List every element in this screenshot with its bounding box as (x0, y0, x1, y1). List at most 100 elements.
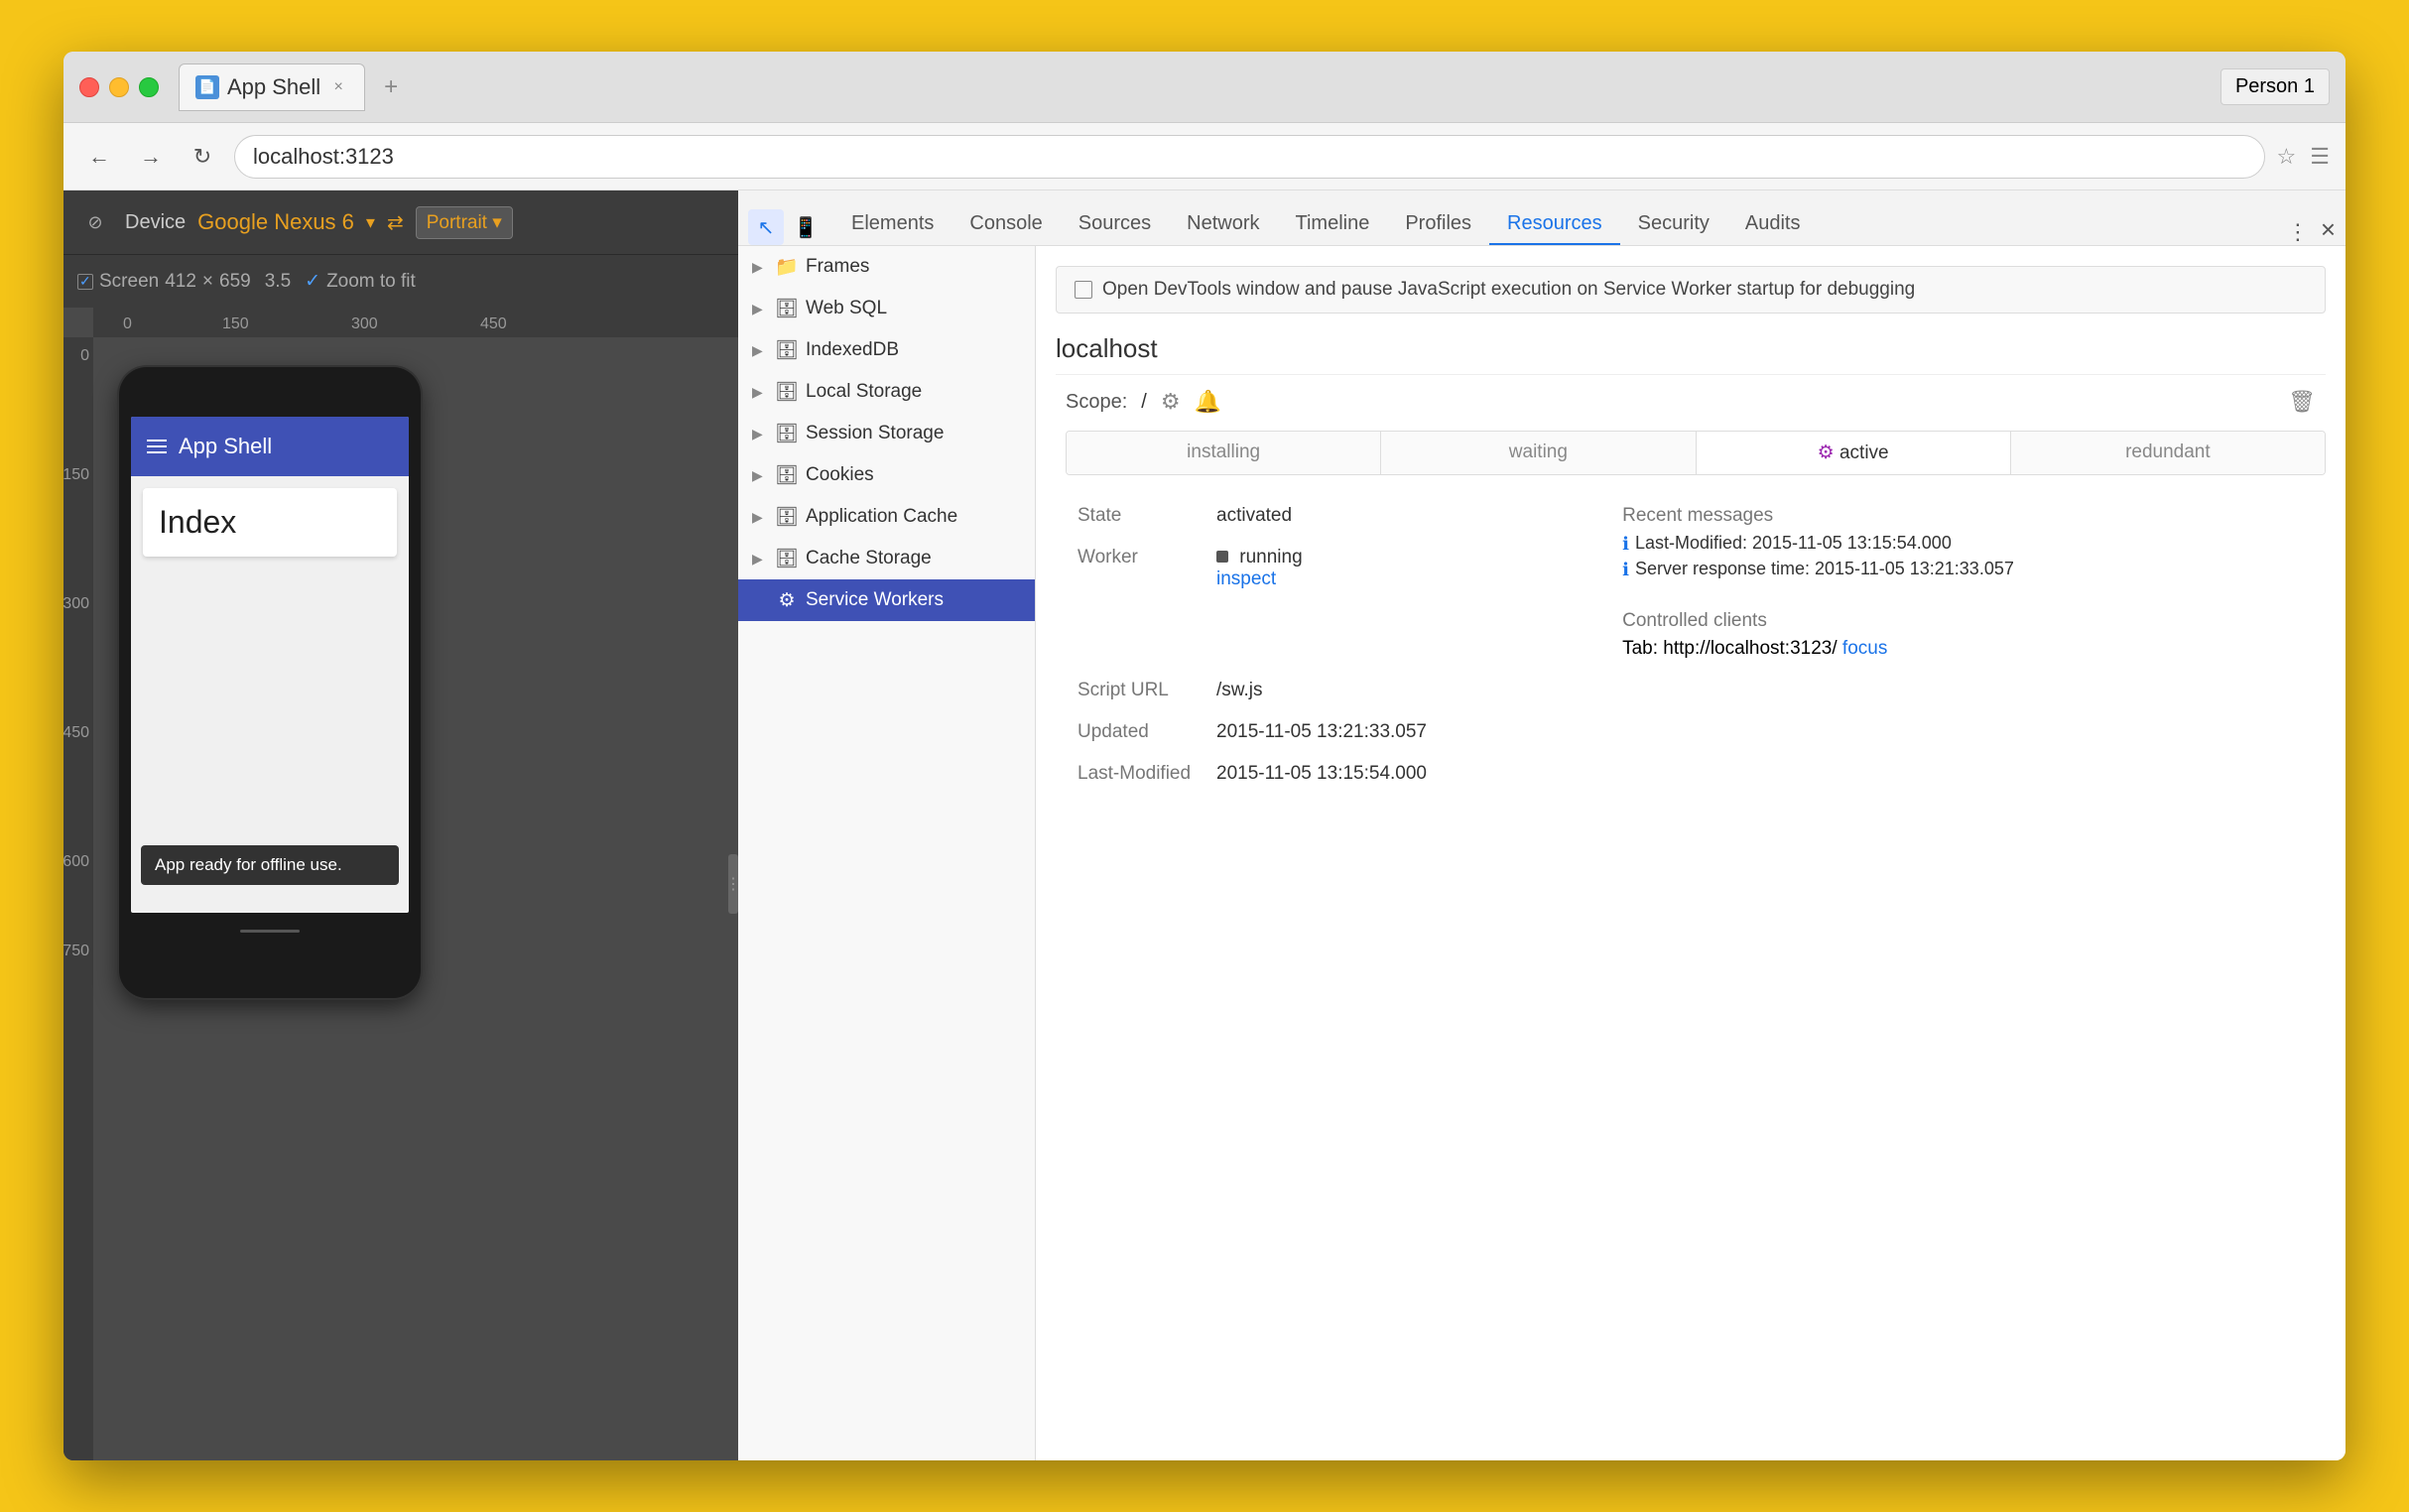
sw-settings-icon[interactable]: ⚙ (1161, 389, 1181, 415)
back-button[interactable]: ← (79, 137, 119, 177)
devtools-panel: ↖ 📱 Elements Console Sources Network Tim… (738, 190, 2346, 1460)
person-button[interactable]: Person 1 (2220, 68, 2330, 105)
ruler-label-0: 0 (123, 315, 132, 333)
arrow-icon: ▶ (752, 551, 768, 567)
sw-worker-label: Worker (1066, 537, 1204, 600)
ruler-label-v750: 750 (63, 943, 89, 960)
sw-inspect-link[interactable]: inspect (1216, 568, 1276, 589)
folder-icon: 📁 (776, 256, 798, 278)
sw-bell-icon[interactable]: 🔔 (1195, 389, 1221, 415)
sw-state-value: activated (1204, 495, 1602, 537)
tab-audits[interactable]: Audits (1727, 204, 1819, 245)
tab-console[interactable]: Console (951, 204, 1060, 245)
sw-debug-checkbox[interactable] (1075, 281, 1092, 299)
sw-tab-installing[interactable]: installing (1067, 432, 1381, 474)
swap-dimensions-button[interactable]: ⇄ (387, 210, 404, 235)
menu-icon[interactable]: ☰ (2310, 144, 2330, 170)
mobile-tool-button[interactable]: 📱 (788, 209, 824, 245)
sidebar-item-cache-storage-label: Cache Storage (806, 548, 932, 569)
tab-network[interactable]: Network (1169, 204, 1277, 245)
tab-security[interactable]: Security (1620, 204, 1727, 245)
sw-delete-button[interactable]: 🗑 (2288, 389, 2316, 415)
maximize-window-button[interactable] (139, 77, 159, 97)
tab-resources[interactable]: Resources (1489, 204, 1620, 245)
more-tabs-button[interactable]: ⋮ (2287, 219, 2309, 245)
forward-button[interactable]: → (131, 137, 171, 177)
zoom-checkbox[interactable] (305, 270, 320, 293)
sidebar-item-websql-label: Web SQL (806, 298, 887, 319)
tab-profiles[interactable]: Profiles (1387, 204, 1489, 245)
sidebar-item-frames[interactable]: ▶ 📁 Frames (738, 246, 1035, 288)
arrow-icon: ▶ (752, 301, 768, 317)
ruler-label-v600: 600 (63, 853, 89, 871)
devtools-body: ▶ 📁 Frames ▶ 🗄 Web SQL ▶ 🗄 IndexedDB (738, 246, 2346, 1460)
device-toggle-button[interactable]: ⊘ (77, 204, 113, 240)
phone-app-header: App Shell (131, 417, 409, 476)
sidebar-item-service-workers[interactable]: ⚙ Service Workers (738, 579, 1035, 621)
arrow-icon: ▶ (752, 509, 768, 526)
screen-checkbox[interactable] (77, 274, 93, 290)
sw-scope-label: Scope: (1066, 391, 1127, 414)
nav-bar: ← → ↻ localhost:3123 ☆ ☰ (63, 123, 2346, 190)
sw-controlled-clients-label: Controlled clients (1622, 610, 2316, 632)
sw-scope-row: Scope: / ⚙ 🔔 🗑 (1056, 389, 2326, 415)
arrow-icon: ▶ (752, 384, 768, 401)
sidebar-item-cookies[interactable]: ▶ 🗄 Cookies (738, 454, 1035, 496)
snackbar-text: App ready for offline use. (155, 855, 342, 874)
sw-row-last-modified: Last-Modified 2015-11-05 13:15:54.000 (1066, 753, 2336, 795)
arrow-icon: ▶ (752, 259, 768, 276)
browser-tab[interactable]: 📄 App Shell × (179, 63, 365, 111)
new-tab-button[interactable]: + (371, 67, 411, 107)
sw-worker-value: running inspect (1204, 537, 1602, 600)
sidebar-item-indexeddb-label: IndexedDB (806, 339, 899, 361)
title-bar: 📄 App Shell × + Person 1 (63, 52, 2346, 123)
close-window-button[interactable] (79, 77, 99, 97)
ruler-label-450: 450 (480, 315, 507, 333)
sidebar-item-local-storage[interactable]: ▶ 🗄 Local Storage (738, 371, 1035, 413)
cursor-tool-button[interactable]: ↖ (748, 209, 784, 245)
hamburger-line-2 (147, 445, 167, 447)
ruler-label-300: 300 (351, 315, 378, 333)
portrait-button[interactable]: Portrait ▾ (416, 206, 513, 239)
sidebar-item-cache-storage[interactable]: ▶ 🗄 Cache Storage (738, 538, 1035, 579)
sidebar-item-local-storage-label: Local Storage (806, 381, 922, 403)
tab-favicon: 📄 (195, 75, 219, 99)
device-name-label[interactable]: Google Nexus 6 (197, 209, 354, 235)
device-dropdown-arrow[interactable]: ▾ (366, 212, 375, 233)
sidebar-item-app-cache[interactable]: ▶ 🗄 Application Cache (738, 496, 1035, 538)
close-tab-button[interactable]: × (328, 77, 348, 97)
tab-sources[interactable]: Sources (1061, 204, 1169, 245)
ruler-label-150: 150 (222, 315, 249, 333)
minimize-window-button[interactable] (109, 77, 129, 97)
reload-button[interactable]: ↻ (183, 137, 222, 177)
tab-elements[interactable]: Elements (833, 204, 951, 245)
db-icon: 🗄 (776, 548, 798, 569)
sidebar-item-websql[interactable]: ▶ 🗄 Web SQL (738, 288, 1035, 329)
sw-tab-waiting[interactable]: waiting (1381, 432, 1696, 474)
sw-focus-link[interactable]: focus (1842, 638, 1887, 659)
screen-x-label: × (202, 271, 213, 293)
tab-timeline[interactable]: Timeline (1278, 204, 1388, 245)
phone-device: App Shell Index App ready for offline us… (119, 367, 421, 998)
sw-script-url-value: /sw.js (1204, 670, 1602, 711)
db-icon: 🗄 (776, 339, 798, 361)
hamburger-icon[interactable] (147, 440, 167, 453)
sw-host-section: localhost Scope: / ⚙ 🔔 🗑 installing (1056, 333, 2326, 795)
ruler-area: 0 150 300 450 0 150 300 450 600 750 (63, 308, 738, 1460)
zoom-to-fit-label: Zoom to fit (326, 271, 416, 293)
index-heading: Index (159, 504, 236, 540)
sidebar-item-indexeddb[interactable]: ▶ 🗄 IndexedDB (738, 329, 1035, 371)
db-icon: 🗄 (776, 298, 798, 319)
arrow-icon: ▶ (752, 426, 768, 442)
phone-content-card: Index (143, 488, 397, 557)
screen-info: Screen 412 × 659 (77, 271, 251, 293)
bookmark-icon[interactable]: ☆ (2277, 144, 2297, 170)
close-devtools-button[interactable]: × (2321, 214, 2336, 245)
address-bar[interactable]: localhost:3123 (234, 135, 2265, 179)
resize-handle[interactable]: ⋮ (728, 854, 738, 914)
sidebar-item-session-storage-label: Session Storage (806, 423, 944, 444)
sidebar-item-session-storage[interactable]: ▶ 🗄 Session Storage (738, 413, 1035, 454)
sw-tab-active[interactable]: ⚙ active (1697, 432, 2011, 474)
screen-width: 412 (165, 271, 196, 293)
sw-tab-redundant[interactable]: redundant (2011, 432, 2325, 474)
